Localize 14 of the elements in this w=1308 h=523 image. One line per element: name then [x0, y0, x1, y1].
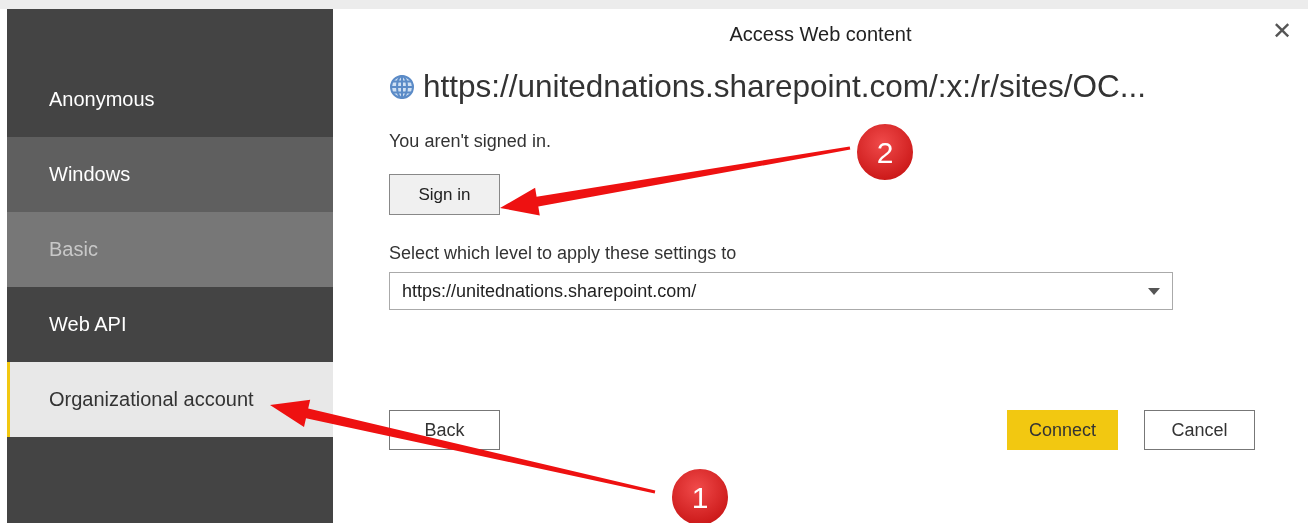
sidebar-item[interactable]: Organizational account [7, 362, 333, 437]
sidebar-item[interactable]: Windows [7, 137, 333, 212]
sign-in-button[interactable]: Sign in [389, 174, 500, 215]
caret-icon [1148, 287, 1160, 295]
status-text: You aren't signed in. [389, 131, 552, 152]
number-badge: 1 [670, 467, 730, 523]
connect-button[interactable]: Connect [1007, 410, 1118, 450]
dialog-title: Access Web content [729, 23, 912, 46]
field-label: Select which level to apply these settings to [389, 243, 738, 264]
number-badge: 2 [855, 122, 915, 182]
level-dropdown[interactable]: https://unitednations.sharepoint.com/ [389, 272, 1173, 310]
globe-icon [389, 73, 415, 100]
url-text: https://unitednations.sharepoint.com/:x:/r/sites/OC... [423, 68, 1147, 105]
dialog-button[interactable]: Cancel [1144, 410, 1255, 450]
